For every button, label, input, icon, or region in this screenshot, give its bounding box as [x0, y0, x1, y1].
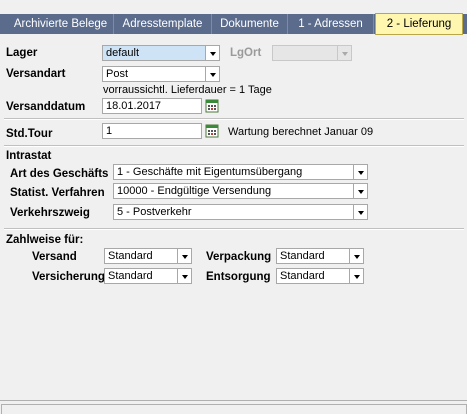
zahlweise-heading: Zahlweise für: [6, 234, 84, 246]
wartung-note: Wartung berechnet Januar 09 [228, 126, 374, 138]
art-geschaefts-select[interactable]: 1 - Geschäfte mit Eigentumsübergang [113, 164, 354, 180]
versanddatum-field[interactable]: 18.01.2017 [102, 98, 202, 114]
tab-archivierte-belege[interactable]: Archivierte Belege [8, 14, 114, 34]
chevron-down-icon[interactable] [349, 248, 364, 264]
entsorgung-select[interactable]: Standard [276, 268, 350, 284]
divider [4, 228, 464, 230]
tab-adressen[interactable]: 1 - Adressen [288, 14, 374, 34]
tab-lieferung[interactable]: 2 - Lieferung [375, 13, 463, 35]
chevron-down-icon[interactable] [349, 268, 364, 284]
chevron-down-icon[interactable] [177, 268, 192, 284]
chevron-down-icon[interactable] [353, 164, 368, 180]
versicherung-select[interactable]: Standard [104, 268, 178, 284]
lgort-select [272, 45, 338, 61]
chevron-down-icon[interactable] [353, 183, 368, 199]
entsorgung-label: Entsorgung [206, 271, 271, 283]
divider [4, 118, 464, 120]
chevron-down-icon[interactable] [353, 204, 368, 220]
lager-label: Lager [6, 47, 38, 59]
lieferdauer-note: vorraussichtl. Lieferdauer = 1 Tage [103, 84, 272, 96]
versanddatum-label: Versanddatum [6, 101, 86, 113]
verpackung-label: Verpackung [206, 251, 272, 263]
versand-label: Versand [32, 251, 77, 263]
divider [4, 145, 464, 147]
chevron-down-icon [337, 45, 352, 61]
stdtour-field[interactable]: 1 [102, 123, 202, 139]
versicherung-label: Versicherung [32, 271, 105, 283]
chevron-down-icon[interactable] [205, 45, 220, 61]
stdtour-label: Std.Tour [6, 128, 53, 140]
calendar-icon[interactable] [205, 99, 219, 113]
versandart-select[interactable]: Post [102, 66, 206, 82]
statist-verfahren-select[interactable]: 10000 - Endgültige Versendung [113, 183, 354, 199]
verkehrszweig-select[interactable]: 5 - Postverkehr [113, 204, 354, 220]
lager-select[interactable]: default [102, 45, 206, 61]
chevron-down-icon[interactable] [177, 248, 192, 264]
intrastat-heading: Intrastat [6, 150, 52, 162]
calendar-icon[interactable] [205, 124, 219, 138]
art-geschaefts-label: Art des Geschäfts [10, 168, 109, 180]
verkehrszweig-label: Verkehrszweig [10, 207, 90, 219]
versandart-label: Versandart [6, 68, 66, 80]
versand-select[interactable]: Standard [104, 248, 178, 264]
statist-verfahren-label: Statist. Verfahren [10, 187, 105, 199]
chevron-down-icon[interactable] [205, 66, 220, 82]
lgort-label: LgOrt [230, 47, 262, 59]
tab-adresstemplate[interactable]: Adresstemplate [114, 14, 212, 34]
tab-dokumente[interactable]: Dokumente [212, 14, 288, 34]
verpackung-select[interactable]: Standard [276, 248, 350, 264]
